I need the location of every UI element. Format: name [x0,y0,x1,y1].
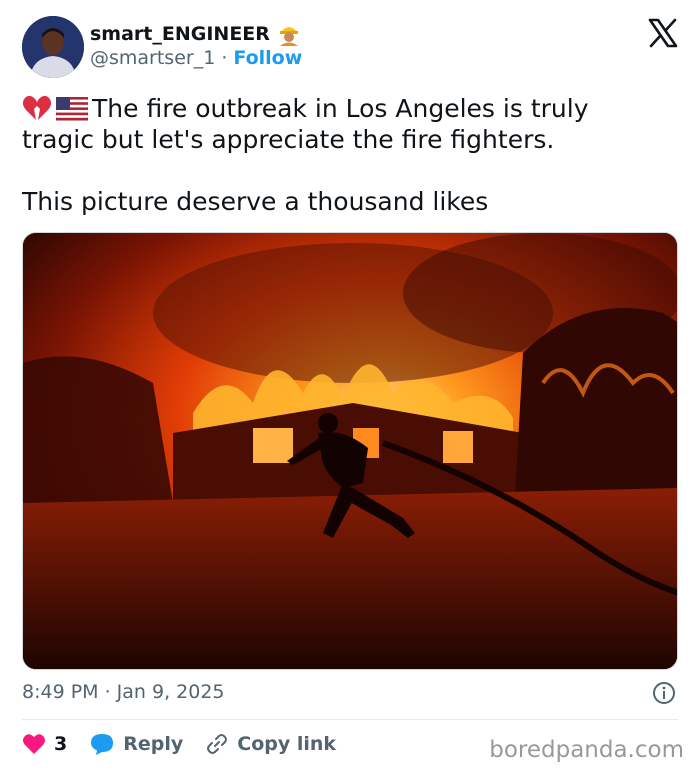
author-name-row: smart_ENGINEER [90,22,300,46]
reply-bubble-icon [91,734,114,755]
tweet-line-1: The fire outbreak in Los Angeles is trul… [22,93,672,124]
follow-button[interactable]: Follow [233,47,302,69]
heart-icon [23,734,45,754]
tweet-paragraph-gap [22,155,672,186]
firefighter-fire-photo [23,233,677,669]
tweet-line-2: tragic but let's appreciate the fire fig… [22,125,555,154]
construction-worker-emoji [279,27,298,46]
author-display-name[interactable]: smart_ENGINEER [90,23,270,45]
tweet-timestamp[interactable]: 8:49 PM · Jan 9, 2025 [22,681,225,703]
author-handle[interactable]: @smartser_1 [90,47,215,69]
link-icon [207,734,228,754]
info-icon[interactable] [652,681,676,705]
divider [22,719,678,720]
avatar[interactable] [22,16,84,78]
reply-label: Reply [123,733,184,755]
tweet-line-1-text: The fire outbreak in Los Angeles is trul… [92,94,589,123]
tweet-photo[interactable] [22,232,678,670]
avatar-image [22,16,84,78]
author-handle-row: @smartser_1 · Follow [90,47,302,69]
separator-dot: · [221,47,228,69]
tweet-text: The fire outbreak in Los Angeles is trul… [22,93,672,217]
action-bar: 3 Reply Copy link [22,732,358,756]
broken-heart-emoji [22,95,52,120]
tweet-card: smart_ENGINEER @smartser_1 · Follow The … [0,0,700,773]
copy-link-label: Copy link [237,733,337,755]
copy-link-button[interactable]: Copy link [205,732,336,756]
like-count: 3 [54,733,68,755]
tweet-line-3: This picture deserve a thousand likes [22,187,489,216]
us-flag-emoji [56,97,88,121]
reply-button[interactable]: Reply [89,732,183,756]
x-logo[interactable] [648,18,678,48]
like-button[interactable]: 3 [22,733,67,755]
source-watermark: boredpanda.com [489,737,684,763]
